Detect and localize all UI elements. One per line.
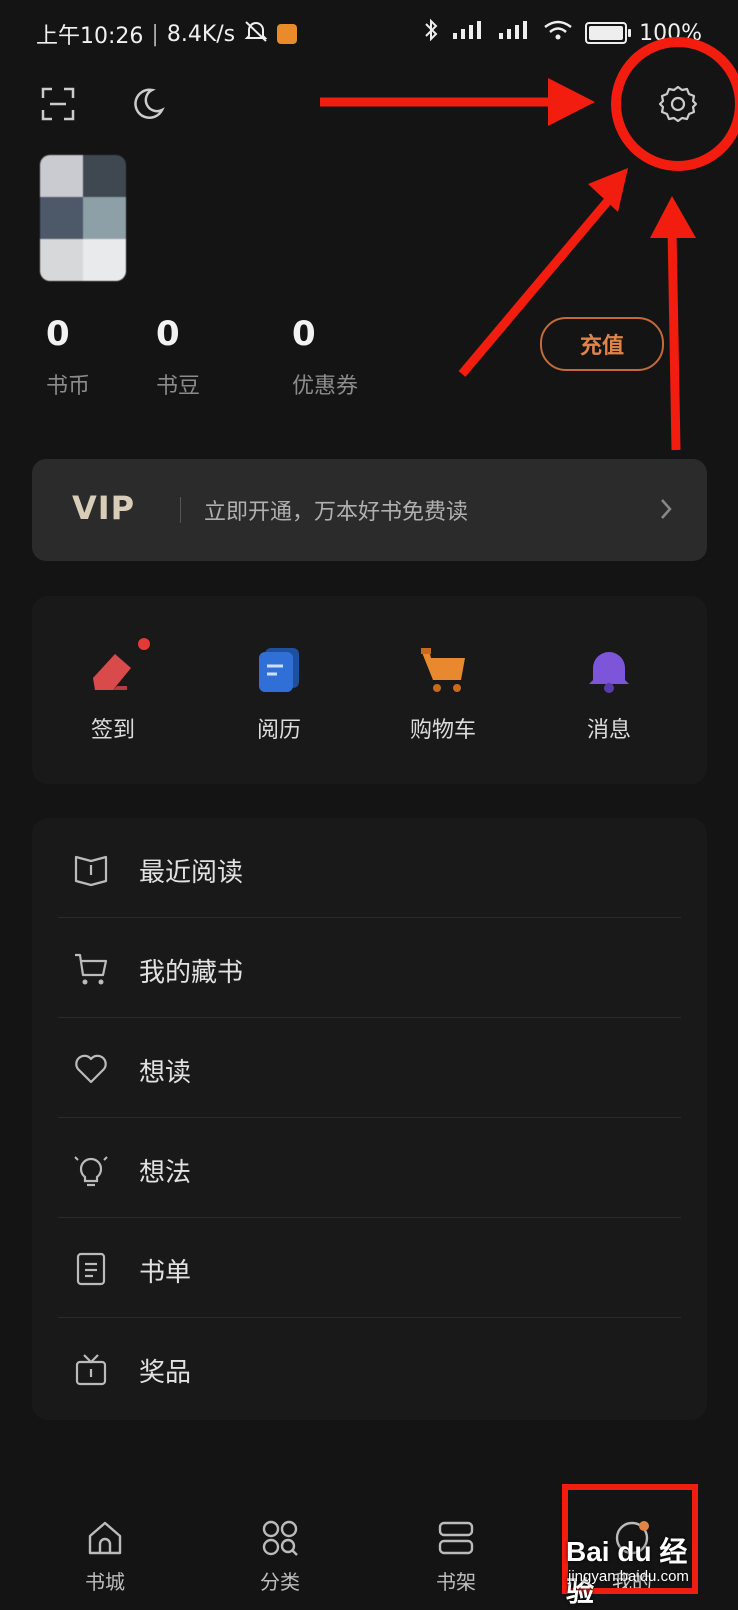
recharge-button[interactable]: 充值 [540, 317, 664, 371]
tab-category[interactable]: 分类 [230, 1518, 330, 1595]
menu-item-label: 奖品 [139, 1358, 192, 1388]
stat-value: 0 [46, 314, 70, 354]
tab-label: 书城 [85, 1570, 125, 1594]
checkin-icon [93, 654, 131, 690]
stat-coins[interactable]: 0 书币 [46, 314, 156, 400]
tab-bookshelf[interactable]: 书架 [406, 1518, 506, 1595]
menu-item-booklist[interactable]: 书单 [32, 1218, 707, 1318]
menu-item-label: 想法 [139, 1158, 192, 1188]
watermark-url: jingyan.baidu.com [568, 1568, 689, 1585]
avatar[interactable] [40, 155, 126, 281]
bluetooth-icon [423, 18, 439, 48]
menu-item-label: 书单 [139, 1258, 192, 1288]
menu-item-label: 最近阅读 [139, 858, 244, 888]
battery-icon [585, 22, 632, 44]
settings-gear-icon[interactable] [656, 82, 700, 126]
annotation-arrow [667, 227, 681, 451]
annotation-arrowhead [548, 78, 595, 126]
quick-action-label: 购物车 [409, 718, 476, 743]
app-notification-icon [277, 24, 298, 44]
menu-item-want-to-read[interactable]: 想读 [32, 1018, 707, 1118]
book-open-icon [72, 850, 110, 888]
cart-outline-icon [72, 950, 110, 988]
menu-item-recent-reading[interactable]: 最近阅读 [32, 818, 707, 918]
battery-percent: 100% [639, 20, 702, 46]
quick-action-history[interactable]: 阅历 [224, 644, 334, 744]
vip-logo: VIP [72, 489, 136, 527]
bell-icon [589, 652, 629, 693]
quick-action-checkin[interactable]: 签到 [58, 636, 168, 744]
stat-value: 0 [292, 314, 316, 354]
menu-list: 最近阅读 我的藏书 想读 想法 书单 奖品 [32, 818, 707, 1420]
chevron-right-icon [659, 497, 673, 525]
baidu-jingyan-watermark: Bai du 经验 jingyan.baidu.com [566, 1530, 702, 1607]
stat-beans[interactable]: 0 书豆 [156, 314, 292, 400]
menu-item-thoughts[interactable]: 想法 [32, 1118, 707, 1218]
night-mode-icon[interactable] [126, 82, 170, 126]
divider [180, 497, 181, 523]
quick-action-messages[interactable]: 消息 [554, 644, 664, 744]
tab-bookstore[interactable]: 书城 [55, 1518, 155, 1595]
vip-promo-text: 立即开通，万本好书免费读 [204, 500, 469, 525]
annotation-arrowhead [588, 168, 628, 212]
shelf-icon [438, 1521, 474, 1555]
stat-coupons[interactable]: 0 优惠券 [292, 314, 412, 400]
home-icon [88, 1521, 122, 1555]
heart-icon [72, 1050, 110, 1088]
scan-icon[interactable] [36, 82, 80, 126]
network-speed: 8.4K/s [166, 21, 236, 47]
history-icon [259, 648, 299, 692]
account-stats: 0 书币 0 书豆 0 优惠券 [46, 314, 412, 400]
cart-icon [421, 648, 465, 692]
tab-label: 书架 [436, 1570, 476, 1594]
signal-icon-1 [451, 19, 485, 47]
lightbulb-icon [72, 1150, 110, 1188]
menu-item-label: 我的藏书 [139, 958, 244, 988]
wifi-icon [543, 19, 573, 47]
menu-item-label: 想读 [139, 1058, 192, 1088]
notification-dot [136, 636, 152, 652]
quick-action-label: 阅历 [256, 718, 301, 743]
quick-action-label: 签到 [90, 718, 135, 743]
quick-action-cart[interactable]: 购物车 [388, 644, 498, 744]
menu-item-prizes[interactable]: 奖品 [32, 1318, 707, 1418]
gift-icon [72, 1350, 110, 1388]
mute-bell-icon [243, 19, 269, 49]
tab-label: 分类 [260, 1570, 300, 1594]
stat-label: 书币 [46, 374, 91, 399]
signal-icon-2 [497, 19, 531, 47]
list-icon [72, 1250, 110, 1288]
menu-item-my-collection[interactable]: 我的藏书 [32, 918, 707, 1018]
status-time: 上午10:26 [36, 24, 144, 49]
quick-actions: 签到 阅历 购物车 消息 [32, 596, 707, 784]
stat-label: 优惠券 [292, 374, 359, 399]
stat-value: 0 [156, 314, 180, 354]
annotation-arrowhead [650, 196, 696, 238]
status-bar: 上午10:26 | 8.4K/s 100% [0, 0, 738, 64]
quick-action-label: 消息 [586, 718, 631, 743]
vip-banner[interactable]: VIP 立即开通，万本好书免费读 [32, 459, 707, 561]
category-icon [262, 1520, 298, 1556]
stat-label: 书豆 [156, 374, 201, 399]
